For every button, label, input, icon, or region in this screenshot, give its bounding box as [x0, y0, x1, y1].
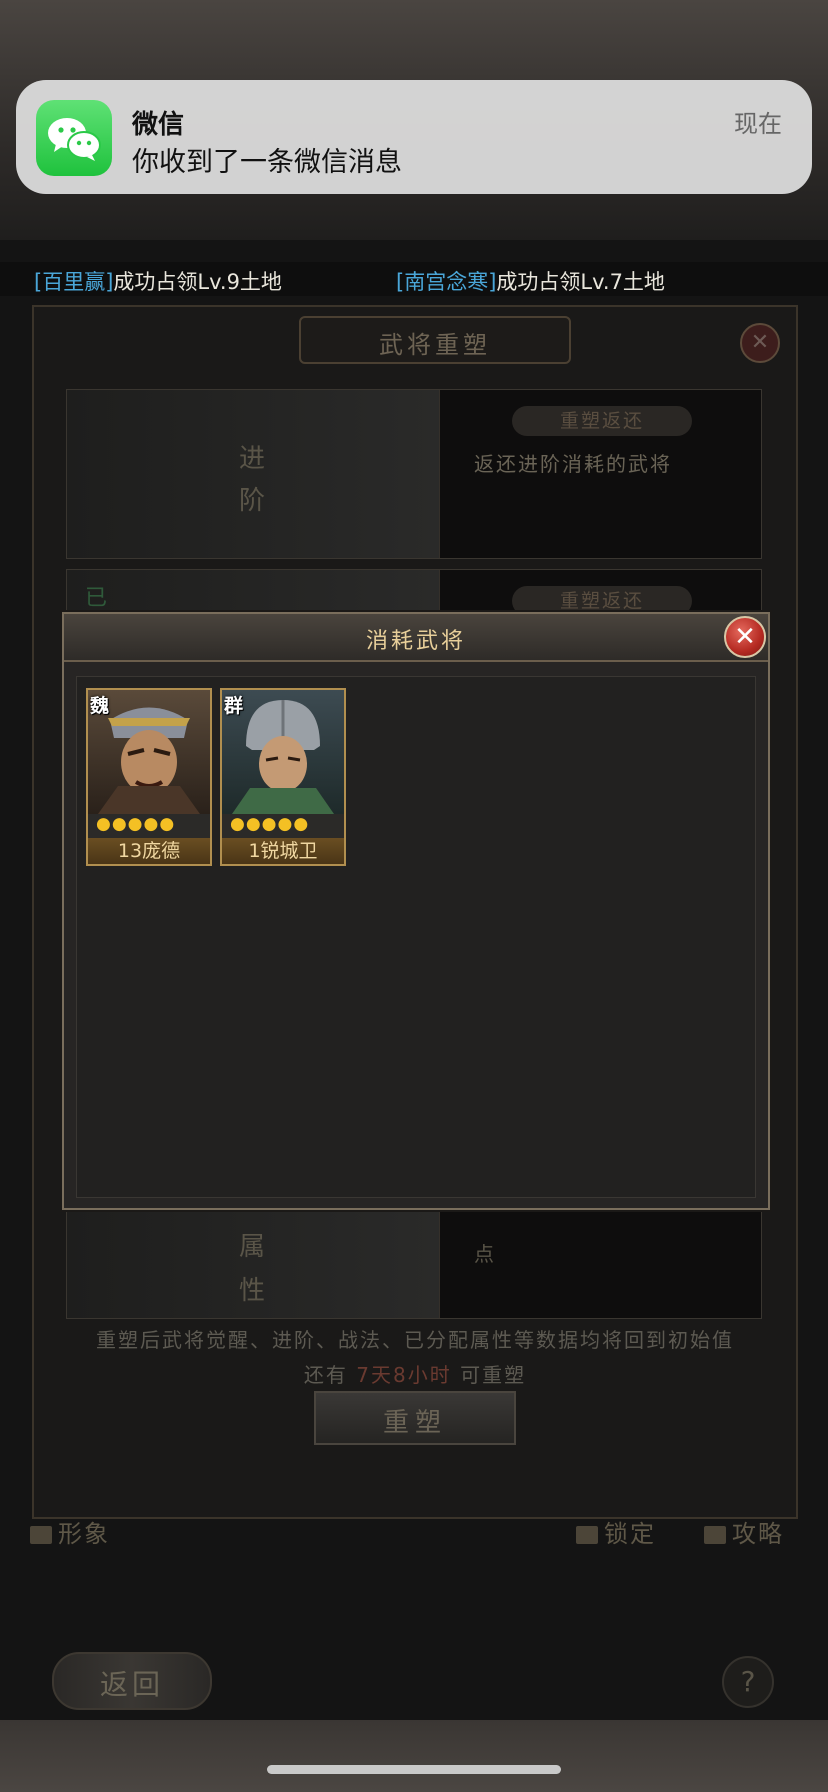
ticker-text: 成功占领Lv.9土地	[113, 270, 282, 294]
reset-row: 属 性 点	[66, 1207, 762, 1319]
reset-description: 重塑后武将觉醒、进阶、战法、已分配属性等数据均将回到初始值	[96, 1328, 734, 1352]
popup-header: 消耗武将 ✕	[64, 614, 768, 662]
dialog-close-button[interactable]: ✕	[740, 323, 780, 363]
reset-button-label: 重塑	[382, 1408, 447, 1438]
row-left-panel: 属 性	[67, 1208, 440, 1318]
notification-app-name: 微信	[132, 110, 185, 140]
row-right-panel: 点	[440, 1208, 761, 1318]
reset-row: 进 阶 重塑返还 返还进阶消耗的武将	[66, 389, 762, 559]
popup-close-button[interactable]: ✕	[724, 616, 766, 658]
person-icon	[30, 1526, 52, 1544]
consumed-generals-popup: 消耗武将 ✕ 魏 ●●●●● 13庞德 群 ●●●●● 1锐城卫	[62, 612, 770, 1210]
row-description: 点	[474, 1242, 494, 1266]
general-card[interactable]: 群 ●●●●● 1锐城卫	[220, 688, 346, 866]
general-level-name: 1锐城卫	[222, 838, 344, 864]
lock-icon	[576, 1526, 598, 1544]
scroll-icon	[704, 1526, 726, 1544]
row-label: 阶	[239, 486, 266, 516]
row-left-panel: 进 阶	[67, 390, 440, 558]
ticker-text: 成功占领Lv.7土地	[496, 270, 665, 294]
ticker-player-name: [百里赢]	[34, 270, 114, 294]
row-description: 返还进阶消耗的武将	[474, 452, 672, 476]
general-card[interactable]: 魏 ●●●●● 13庞德	[86, 688, 212, 866]
back-button[interactable]: 返回	[52, 1652, 212, 1710]
general-level-name: 13庞德	[88, 838, 210, 864]
ticker-item: [南宫念寒]成功占领Lv.7土地	[396, 266, 665, 296]
back-label: 返回	[99, 1668, 164, 1701]
bottom-toolbar: 形象 锁定 攻略	[24, 1510, 804, 1550]
faction-badge: 群	[224, 695, 244, 717]
cooldown-prefix: 还有	[303, 1363, 357, 1387]
row-right-panel: 重塑返还 返还进阶消耗的武将	[440, 390, 761, 558]
ticker-item: [百里赢]成功占领Lv.9土地	[34, 266, 282, 296]
bottom-background	[0, 1720, 828, 1792]
reset-cooldown-text: 还有 7天8小时 可重塑	[34, 1359, 796, 1388]
wechat-notification[interactable]: 微信 你收到了一条微信消息 现在	[16, 80, 812, 194]
notification-message: 你收到了一条微信消息	[132, 147, 402, 178]
image-label: 形象	[58, 1520, 110, 1548]
wechat-icon	[36, 100, 112, 176]
star-rating: ●●●●●	[230, 814, 310, 834]
guide-button[interactable]: 攻略	[704, 1514, 784, 1549]
row-label: 属	[239, 1232, 266, 1262]
row-label: 性	[239, 1276, 266, 1306]
broadcast-ticker: [百里赢]成功占领Lv.9土地 [南宫念寒]成功占领Lv.7土地	[0, 262, 828, 296]
star-rating: ●●●●●	[96, 814, 176, 834]
notification-time: 现在	[734, 110, 782, 138]
row-label: 已	[85, 586, 108, 611]
help-button[interactable]: ?	[722, 1656, 774, 1708]
guide-label: 攻略	[732, 1520, 784, 1548]
cooldown-time: 7天8小时	[356, 1363, 452, 1387]
dialog-title: 武将重塑	[379, 331, 491, 359]
home-indicator[interactable]	[267, 1765, 561, 1774]
lock-label: 锁定	[604, 1520, 656, 1548]
lock-button[interactable]: 锁定	[576, 1514, 656, 1549]
popup-title: 消耗武将	[365, 629, 466, 654]
row-label: 进	[239, 444, 266, 474]
cooldown-suffix: 可重塑	[451, 1363, 527, 1387]
image-button[interactable]: 形象	[30, 1514, 110, 1549]
reset-button[interactable]: 重塑	[314, 1391, 516, 1445]
faction-badge: 魏	[90, 695, 110, 717]
dialog-title-plate: 武将重塑	[299, 316, 571, 364]
reset-return-badge: 重塑返还	[512, 406, 692, 436]
ticker-player-name: [南宫念寒]	[396, 270, 497, 294]
